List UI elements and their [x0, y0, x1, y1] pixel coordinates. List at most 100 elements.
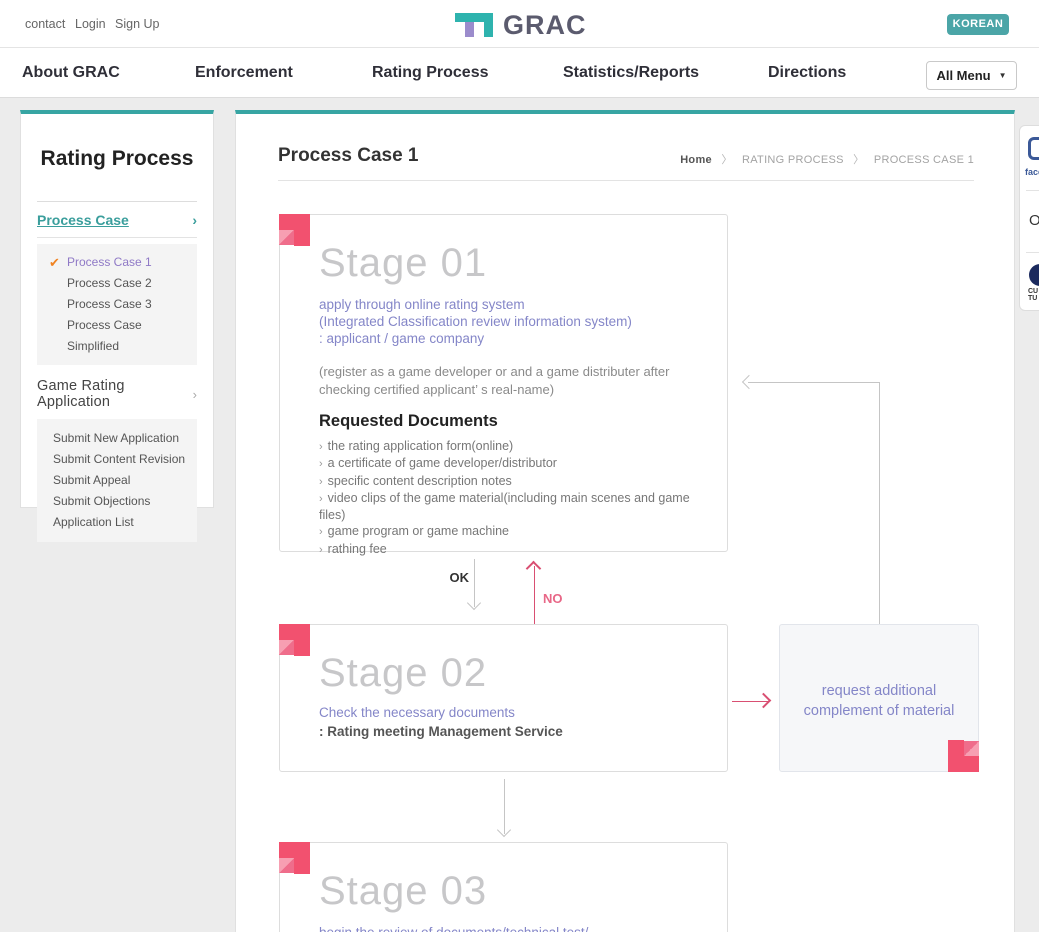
return-arrow-left-icon — [742, 375, 756, 389]
sidebar-item-process-case-2[interactable]: Process Case 2 — [51, 273, 197, 294]
sidebar-item-submit-appeal[interactable]: Submit Appeal — [51, 470, 197, 491]
game-rating-application-label: Game Rating Application — [37, 378, 193, 410]
sidebar-title: Rating Process — [21, 147, 213, 171]
korean-language-button[interactable]: KOREAN — [947, 14, 1009, 35]
stage-03-purple-line: begin the review of documents/technical … — [319, 924, 697, 932]
doc-list-item: ›a certificate of game developer/distrib… — [319, 455, 697, 472]
facebook-label: face — [1025, 167, 1039, 177]
requested-documents-title: Requested Documents — [319, 412, 697, 431]
sidebar-item-process-case-3[interactable]: Process Case 3 — [51, 294, 197, 315]
nav-statistics-reports[interactable]: Statistics/Reports — [563, 64, 699, 82]
facebook-icon[interactable] — [1028, 137, 1039, 160]
all-menu-dropdown[interactable]: All Menu ▼ — [926, 61, 1017, 90]
stage-01-box: Stage 01 apply through online rating sys… — [279, 214, 728, 552]
chevron-right-icon: › — [192, 212, 197, 228]
no-arrow-up-icon — [526, 561, 542, 577]
request-additional-box: request additional complement of materia… — [779, 624, 979, 772]
main-nav: About GRAC Enforcement Rating Process St… — [0, 48, 1039, 98]
check-icon: ✔ — [49, 252, 60, 273]
all-menu-label: All Menu — [936, 68, 990, 83]
stage-02-purple-line: Check the necessary documents — [319, 704, 697, 721]
stage-01-purple-line: (Integrated Classification review inform… — [319, 313, 697, 330]
stage-03-title: Stage 03 — [319, 869, 697, 913]
sidebar-item-process-case-simplified[interactable]: Process Case Simplified — [51, 315, 197, 357]
doc-list-item: ›the rating application form(online) — [319, 438, 697, 455]
return-path-vertical-line — [879, 382, 880, 624]
stage-01-note-line: (register as a game developer or and a g… — [319, 363, 697, 381]
grac-logo-icon — [455, 11, 497, 40]
doc-list-item: ›game program or game machine — [319, 523, 697, 540]
stage-02-bold-line: : Rating meeting Management Service — [319, 724, 697, 739]
request-additional-line: complement of material — [780, 701, 978, 721]
sidebar-item-game-rating-application[interactable]: Game Rating Application › — [37, 378, 197, 410]
stage-01-note-line: checking certified applicant’ s real-nam… — [319, 381, 697, 399]
list-bullet-icon: › — [319, 458, 323, 470]
ok-arrow-down-icon — [467, 596, 481, 610]
title-divider — [278, 180, 974, 181]
list-bullet-icon: › — [319, 526, 323, 538]
list-bullet-icon: › — [319, 441, 323, 453]
breadcrumb-home[interactable]: Home — [680, 154, 712, 166]
signup-link[interactable]: Sign Up — [115, 17, 159, 31]
doc-list-item: ›rathing fee — [319, 541, 697, 558]
nav-directions[interactable]: Directions — [768, 64, 846, 82]
return-path-horizontal-line — [748, 382, 880, 383]
ok-label: OK — [439, 570, 469, 585]
rail-divider — [1026, 252, 1039, 253]
request-arrow-right-icon — [756, 693, 772, 709]
breadcrumb-process-case-1: PROCESS CASE 1 — [874, 154, 974, 166]
process-case-1-label: Process Case 1 — [67, 255, 152, 269]
sidebar-item-application-list[interactable]: Application List — [51, 512, 197, 533]
stage2-to-stage3-down-icon — [497, 823, 511, 837]
process-case-submenu: ✔ Process Case 1 Process Case 2 Process … — [37, 244, 197, 365]
process-case-label: Process Case — [37, 212, 129, 228]
stage-03-box: Stage 03 begin the review of documents/t… — [279, 842, 728, 932]
contact-link[interactable]: contact — [25, 17, 65, 31]
page-title: Process Case 1 — [278, 145, 419, 167]
culture-tube-icon[interactable] — [1029, 264, 1039, 286]
sidebar-item-submit-new-application[interactable]: Submit New Application — [51, 428, 197, 449]
social-widget-rail: face Ol CU TU — [1019, 125, 1039, 311]
nav-enforcement[interactable]: Enforcement — [195, 64, 293, 82]
chevron-down-icon: ▼ — [999, 71, 1007, 80]
grac-logo[interactable]: GRAC — [455, 10, 587, 41]
doc-list-item: ›specific content description notes — [319, 473, 697, 490]
stage-01-purple-line: : applicant / game company — [319, 330, 697, 347]
list-bullet-icon: › — [319, 476, 323, 488]
main-content: Process Case 1 Home 〉 RATING PROCESS 〉 P… — [235, 110, 1015, 932]
pink-corner-decoration — [947, 740, 979, 772]
breadcrumb-separator: 〉 — [721, 154, 732, 166]
rail-tiny-label: CU — [1028, 288, 1038, 295]
pink-corner-decoration — [279, 842, 311, 874]
rail-tiny-label: TU — [1028, 295, 1038, 302]
list-bullet-icon: › — [319, 493, 323, 505]
no-label: NO — [543, 591, 563, 606]
nav-about-grac[interactable]: About GRAC — [22, 64, 120, 82]
request-additional-line: request additional — [780, 681, 978, 701]
stage-01-title: Stage 01 — [319, 241, 697, 285]
list-bullet-icon: › — [319, 544, 323, 556]
game-rating-application-submenu: Submit New Application Submit Content Re… — [37, 419, 197, 542]
rail-item-label[interactable]: Ol — [1029, 212, 1039, 229]
top-bar: contact Login Sign Up GRAC KOREAN — [0, 0, 1039, 48]
pink-corner-decoration — [279, 214, 311, 246]
pink-corner-decoration — [279, 624, 311, 656]
breadcrumb-separator: 〉 — [853, 154, 864, 166]
requested-documents-list: ›the rating application form(online) ›a … — [319, 438, 697, 558]
sidebar-item-submit-objections[interactable]: Submit Objections — [51, 491, 197, 512]
sidebar-divider — [37, 201, 197, 202]
rail-divider — [1026, 190, 1039, 191]
nav-rating-process[interactable]: Rating Process — [372, 64, 488, 82]
sidebar-item-submit-content-revision[interactable]: Submit Content Revision — [51, 449, 197, 470]
sidebar-item-process-case-1[interactable]: ✔ Process Case 1 — [51, 252, 197, 273]
chevron-right-icon: › — [193, 387, 197, 402]
doc-list-item: ›video clips of the game material(includ… — [319, 490, 697, 524]
stage-02-title: Stage 02 — [319, 651, 697, 695]
sidebar: Rating Process Process Case › ✔ Process … — [20, 110, 214, 508]
stage-01-purple-line: apply through online rating system — [319, 296, 697, 313]
sidebar-item-process-case[interactable]: Process Case › — [37, 212, 197, 238]
stage-02-box: Stage 02 Check the necessary documents :… — [279, 624, 728, 772]
breadcrumb: Home 〉 RATING PROCESS 〉 PROCESS CASE 1 — [680, 151, 974, 167]
login-link[interactable]: Login — [75, 17, 106, 31]
breadcrumb-rating-process[interactable]: RATING PROCESS — [742, 154, 844, 166]
